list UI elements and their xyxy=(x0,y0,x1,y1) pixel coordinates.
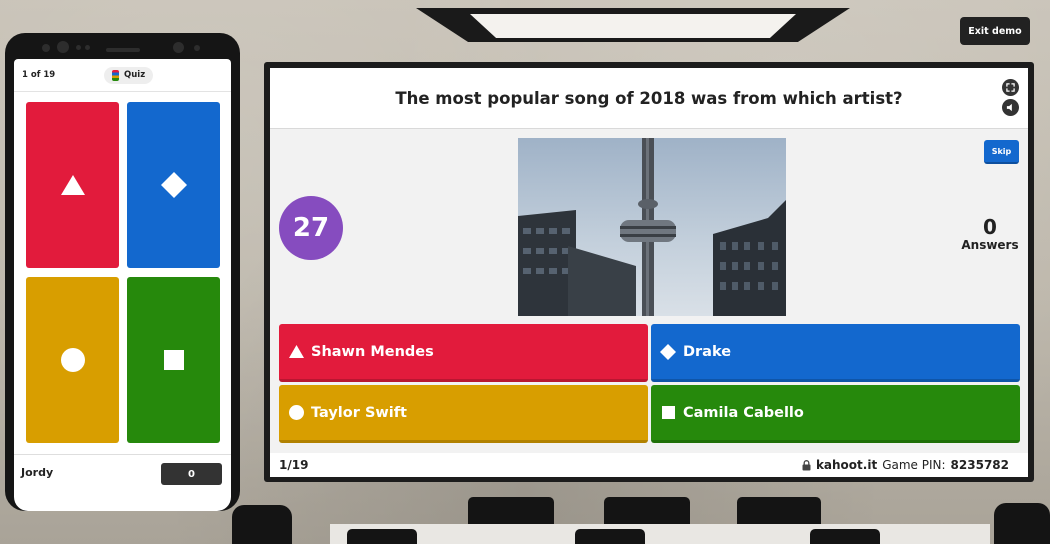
circle-answer-button[interactable] xyxy=(26,277,119,443)
chair xyxy=(232,505,292,544)
diamond-answer-button[interactable] xyxy=(127,102,220,268)
answer-text: Camila Cabello xyxy=(683,404,804,421)
phone-answer-grid xyxy=(26,102,220,443)
countdown-timer: 27 xyxy=(279,196,343,260)
quiz-mode-pill: Quiz xyxy=(104,66,154,84)
phone-screen: 1 of 19 Quiz Jordy 0 xyxy=(14,59,231,511)
answer-option-green[interactable]: Camila Cabello xyxy=(651,385,1020,443)
phone-question-progress: 1 of 19 xyxy=(22,70,56,80)
square-answer-button[interactable] xyxy=(127,277,220,443)
phone-status-bar: 1 of 19 Quiz xyxy=(14,59,231,92)
phone-camera-icon xyxy=(57,41,69,53)
game-pin: 8235782 xyxy=(950,458,1009,472)
game-pin-info: kahoot.it Game PIN: 8235782 xyxy=(802,458,1009,472)
answer-text: Drake xyxy=(683,343,732,360)
triangle-icon xyxy=(60,175,85,195)
phone-sensor-icon xyxy=(42,44,50,52)
triangle-answer-button[interactable] xyxy=(26,102,119,268)
triangle-icon xyxy=(288,344,304,360)
phone-sensor-icon xyxy=(85,45,90,50)
answers-label: Answers xyxy=(961,238,1019,252)
ceiling-lamp-light xyxy=(470,14,796,38)
question-progress: 1/19 xyxy=(279,458,309,472)
diamond-icon xyxy=(160,172,187,198)
circle-icon xyxy=(288,405,304,421)
chair xyxy=(575,529,645,544)
chair xyxy=(810,529,880,544)
conference-table xyxy=(330,524,990,544)
cn-tower-image xyxy=(518,138,786,316)
phone-sensor-icon xyxy=(76,45,81,50)
chair xyxy=(994,503,1050,544)
phone-camera-icon xyxy=(173,42,184,53)
game-screen: The most popular song of 2018 was from w… xyxy=(270,68,1028,477)
sound-icon[interactable] xyxy=(1002,99,1019,116)
phone-sensor-icon xyxy=(194,45,200,51)
quiz-badge-icon xyxy=(112,69,119,81)
quiz-mode-label: Quiz xyxy=(124,70,146,80)
lock-icon xyxy=(802,459,811,470)
game-pin-label: Game PIN: xyxy=(882,458,946,472)
answer-option-blue[interactable]: Drake xyxy=(651,324,1020,382)
player-score: 0 xyxy=(161,463,222,485)
square-icon xyxy=(660,405,676,421)
fullscreen-icon[interactable] xyxy=(1002,79,1019,96)
answer-option-red[interactable]: Shawn Mendes xyxy=(279,324,648,382)
answer-options: Shawn Mendes Drake Taylor Swift Camila C… xyxy=(279,324,1020,443)
square-icon xyxy=(163,350,184,370)
answers-count: 0 xyxy=(983,215,997,239)
circle-icon xyxy=(60,348,85,372)
answer-option-yellow[interactable]: Taylor Swift xyxy=(279,385,648,443)
diamond-icon xyxy=(660,343,676,360)
presentation-monitor: The most popular song of 2018 was from w… xyxy=(264,62,1034,482)
phone-player-bar: Jordy 0 xyxy=(14,454,231,511)
answer-text: Taylor Swift xyxy=(311,404,407,421)
phone-speaker xyxy=(106,48,140,52)
answers-counter: 0 Answers xyxy=(952,216,1028,252)
skip-button[interactable]: Skip xyxy=(984,140,1019,164)
exit-demo-button[interactable]: Exit demo xyxy=(960,17,1030,45)
player-name: Jordy xyxy=(21,466,54,479)
phone-device: 1 of 19 Quiz Jordy 0 xyxy=(5,33,240,511)
question-text: The most popular song of 2018 was from w… xyxy=(395,88,903,108)
chair xyxy=(347,529,417,544)
answer-text: Shawn Mendes xyxy=(311,343,434,360)
site-url: kahoot.it xyxy=(815,458,878,472)
question-image xyxy=(518,138,786,316)
game-footer: 1/19 kahoot.it Game PIN: 8235782 xyxy=(270,453,1028,477)
question-header: The most popular song of 2018 was from w… xyxy=(270,68,1028,129)
